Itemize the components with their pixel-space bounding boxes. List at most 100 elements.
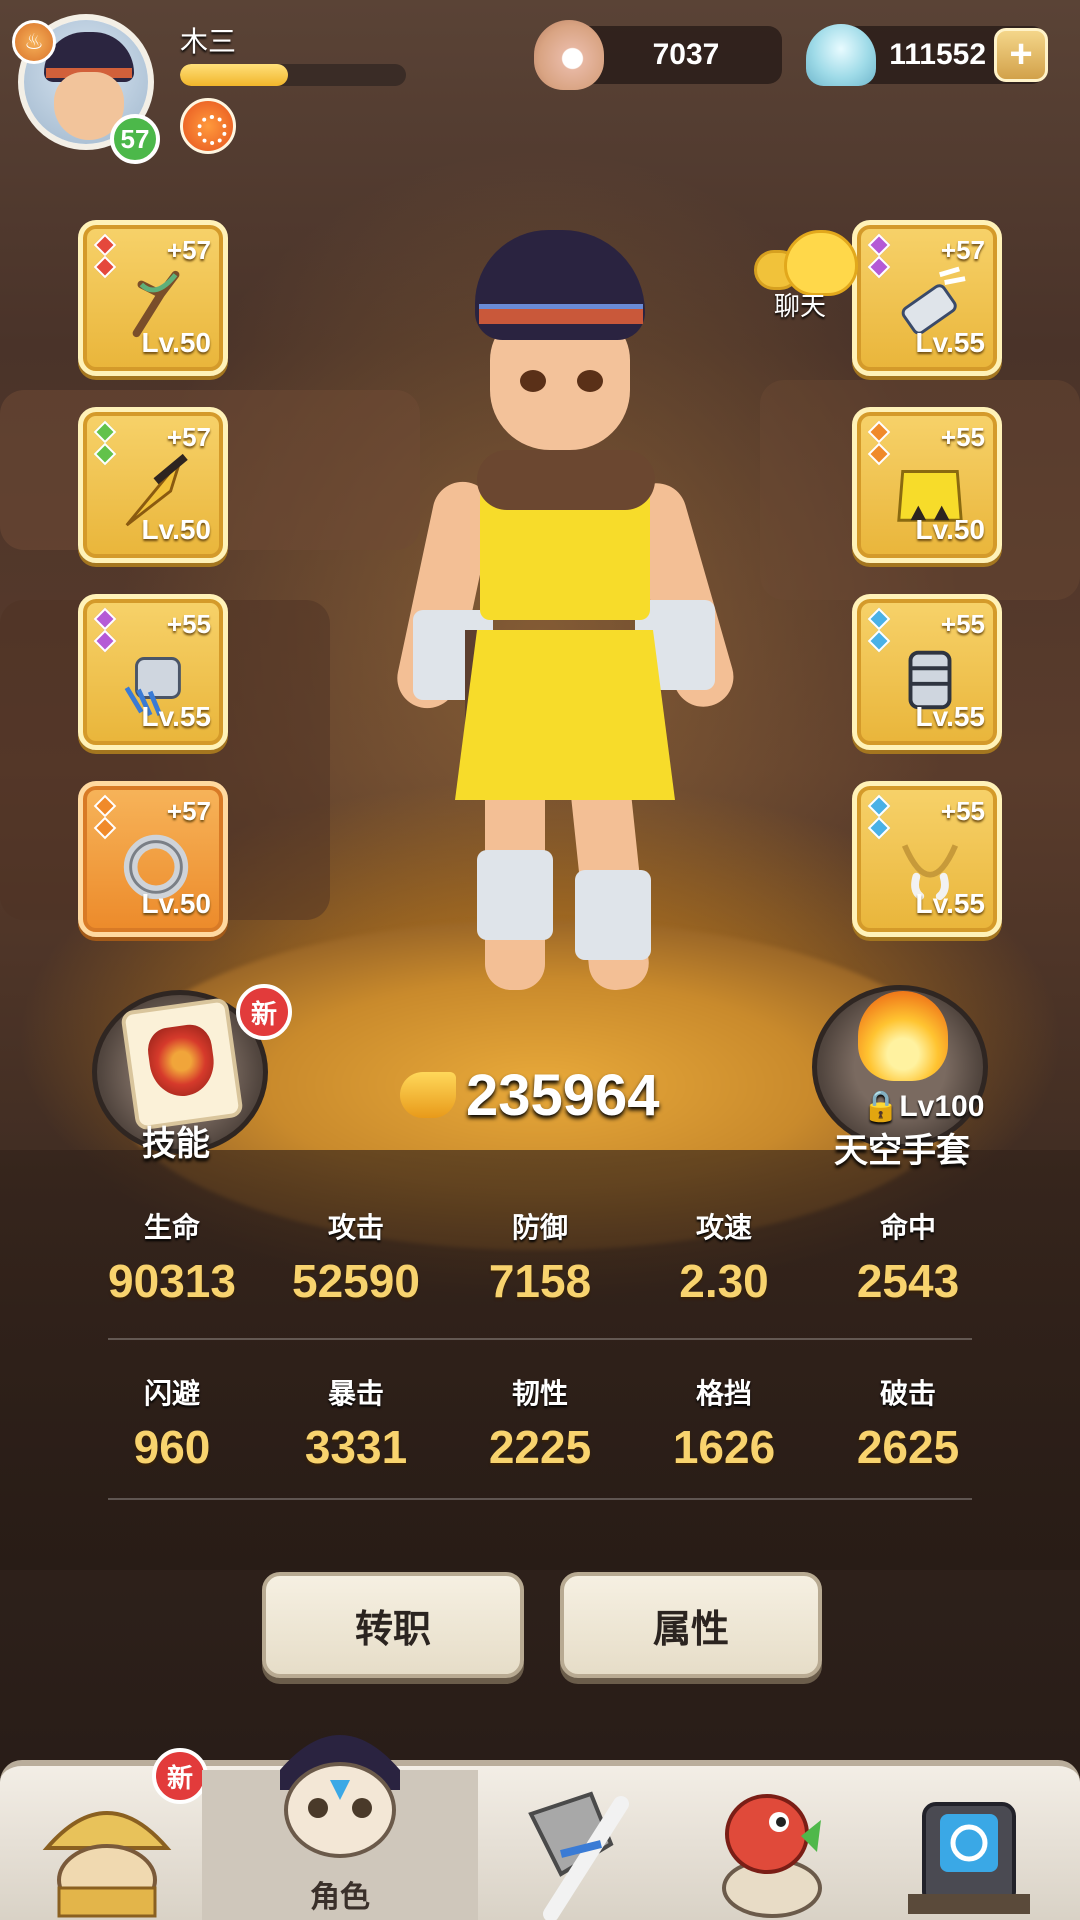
equip-slot-left-3[interactable]: +55 Lv.55 xyxy=(78,594,228,750)
enhance-level: +57 xyxy=(940,235,985,265)
stat-value: 3331 xyxy=(304,1421,408,1473)
equip-slot-right-3[interactable]: +55 Lv.55 xyxy=(852,594,1002,750)
item-level: Lv.55 xyxy=(915,701,985,732)
stat-label: 防御 xyxy=(511,1211,568,1244)
item-level: Lv.55 xyxy=(915,888,985,919)
nav-tab-5[interactable] xyxy=(870,1770,1068,1920)
hero-character[interactable] xyxy=(391,210,741,1060)
gem-icons xyxy=(93,420,117,468)
stat-value: 960 xyxy=(133,1421,211,1473)
player-level-badge: 57 xyxy=(110,114,160,164)
stat-value: 2543 xyxy=(856,1255,960,1307)
stat-defense: 防御 7158 xyxy=(448,1206,632,1308)
stat-value: 7158 xyxy=(488,1255,592,1307)
gem-icons xyxy=(867,233,891,281)
shell-amount: 111552 xyxy=(889,38,986,71)
add-currency-button[interactable]: + xyxy=(994,28,1048,82)
stat-label: 韧性 xyxy=(511,1377,568,1410)
equip-slot-left-1[interactable]: +57 Lv.50 xyxy=(78,220,228,376)
enhance-level: +55 xyxy=(166,609,211,639)
stat-label: 格挡 xyxy=(695,1377,752,1410)
combat-power: 235964 xyxy=(400,1060,660,1130)
stat-label: 暴击 xyxy=(327,1377,384,1410)
sky-glove-label: 天空手套 xyxy=(834,1131,970,1171)
blue-shell-icon xyxy=(806,24,876,86)
gem-icons xyxy=(93,794,117,842)
stat-label: 攻击 xyxy=(327,1211,384,1244)
enhance-level: +57 xyxy=(166,235,211,265)
straw-hat-character-icon xyxy=(42,1811,172,1918)
player-name: 木三 xyxy=(180,25,237,58)
lock-level-text: Lv100 xyxy=(899,1090,985,1123)
skill-label: 技能 xyxy=(142,1124,210,1164)
enhance-level: +55 xyxy=(940,796,985,826)
attributes-button[interactable]: 属性 xyxy=(560,1572,822,1678)
gem-icons xyxy=(867,420,891,468)
stat-value: 1626 xyxy=(672,1421,776,1473)
equip-slot-left-4[interactable]: +57 Lv.50 xyxy=(78,781,228,937)
hero-character-icon xyxy=(280,1735,400,1858)
fire-class-icon: ♨ xyxy=(12,20,56,64)
lock-icon: 🔒 xyxy=(862,1090,900,1123)
chat-label: 聊天 xyxy=(774,292,827,322)
gem-icons xyxy=(867,794,891,842)
stats-row-1: 生命 90313 攻击 52590 防御 7158 攻速 2.30 命中 2543 xyxy=(80,1206,1000,1308)
stat-value: 52590 xyxy=(292,1255,420,1307)
item-level: Lv.55 xyxy=(915,327,985,358)
gem-icons xyxy=(867,607,891,655)
enhance-level: +55 xyxy=(940,422,985,452)
nav-tab-character[interactable]: 角色 xyxy=(202,1735,478,1920)
stat-block: 格挡 1626 xyxy=(632,1372,816,1474)
exp-bar xyxy=(180,64,406,86)
stat-value: 2625 xyxy=(856,1421,960,1473)
portal-shrine-icon xyxy=(908,1802,1030,1914)
equip-slot-left-2[interactable]: +57 Lv.50 xyxy=(78,407,228,563)
equip-slot-right-4[interactable]: +55 Lv.55 xyxy=(852,781,1002,937)
enhance-level: +55 xyxy=(940,609,985,639)
nav-new-badge: 新 xyxy=(152,1748,208,1804)
combat-power-value: 235964 xyxy=(466,1062,660,1128)
muscle-icon xyxy=(400,1072,456,1118)
stat-crit: 暴击 3331 xyxy=(264,1372,448,1474)
stat-label: 生命 xyxy=(143,1211,200,1244)
stat-toughness: 韧性 2225 xyxy=(448,1372,632,1474)
stat-attack: 攻击 52590 xyxy=(264,1206,448,1308)
stat-value: 2225 xyxy=(488,1421,592,1473)
chat-button[interactable]: 聊天 xyxy=(754,230,864,322)
nav-tab-4[interactable] xyxy=(674,1770,870,1920)
stats-divider xyxy=(108,1338,972,1340)
stat-label: 命中 xyxy=(879,1211,936,1244)
stat-label: 闪避 xyxy=(143,1377,200,1410)
stat-value: 2.30 xyxy=(679,1255,769,1307)
stats-row-2: 闪避 960 暴击 3331 韧性 2225 格挡 1626 破击 2625 xyxy=(80,1372,1000,1474)
job-change-button[interactable]: 转职 xyxy=(262,1572,524,1678)
equip-slot-right-2[interactable]: +55 Lv.50 xyxy=(852,407,1002,563)
stat-hp: 生命 90313 xyxy=(80,1206,264,1308)
pearl-shell-icon xyxy=(534,20,604,90)
skill-card-icon xyxy=(120,997,244,1131)
buff-icon[interactable] xyxy=(180,98,236,154)
stat-label: 破击 xyxy=(879,1377,936,1410)
stat-value: 90313 xyxy=(108,1255,236,1307)
item-level: Lv.50 xyxy=(141,514,211,545)
stat-label: 攻速 xyxy=(695,1211,752,1244)
exp-bar-fill xyxy=(180,64,289,86)
stat-dodge: 闪避 960 xyxy=(80,1372,264,1474)
equip-slot-right-1[interactable]: +57 Lv.55 xyxy=(852,220,1002,376)
nav-tab-3[interactable] xyxy=(478,1770,674,1920)
item-level: Lv.55 xyxy=(141,701,211,732)
sky-glove-button[interactable]: 🔒Lv100 天空手套 xyxy=(812,985,992,1171)
item-level: Lv.50 xyxy=(141,327,211,358)
stat-accuracy: 命中 2543 xyxy=(816,1206,1000,1308)
enhance-level: +57 xyxy=(166,422,211,452)
stat-pierce: 破击 2625 xyxy=(816,1372,1000,1474)
enhance-level: +57 xyxy=(166,796,211,826)
item-level: Lv.50 xyxy=(141,888,211,919)
lock-level: 🔒Lv100 xyxy=(862,1089,984,1124)
item-level: Lv.50 xyxy=(915,514,985,545)
flame-glove-icon xyxy=(858,991,948,1081)
stat-attack-speed: 攻速 2.30 xyxy=(632,1206,816,1308)
nav-label-character: 角色 xyxy=(310,1880,370,1915)
stats-divider xyxy=(108,1498,972,1500)
gem-icons xyxy=(93,233,117,281)
